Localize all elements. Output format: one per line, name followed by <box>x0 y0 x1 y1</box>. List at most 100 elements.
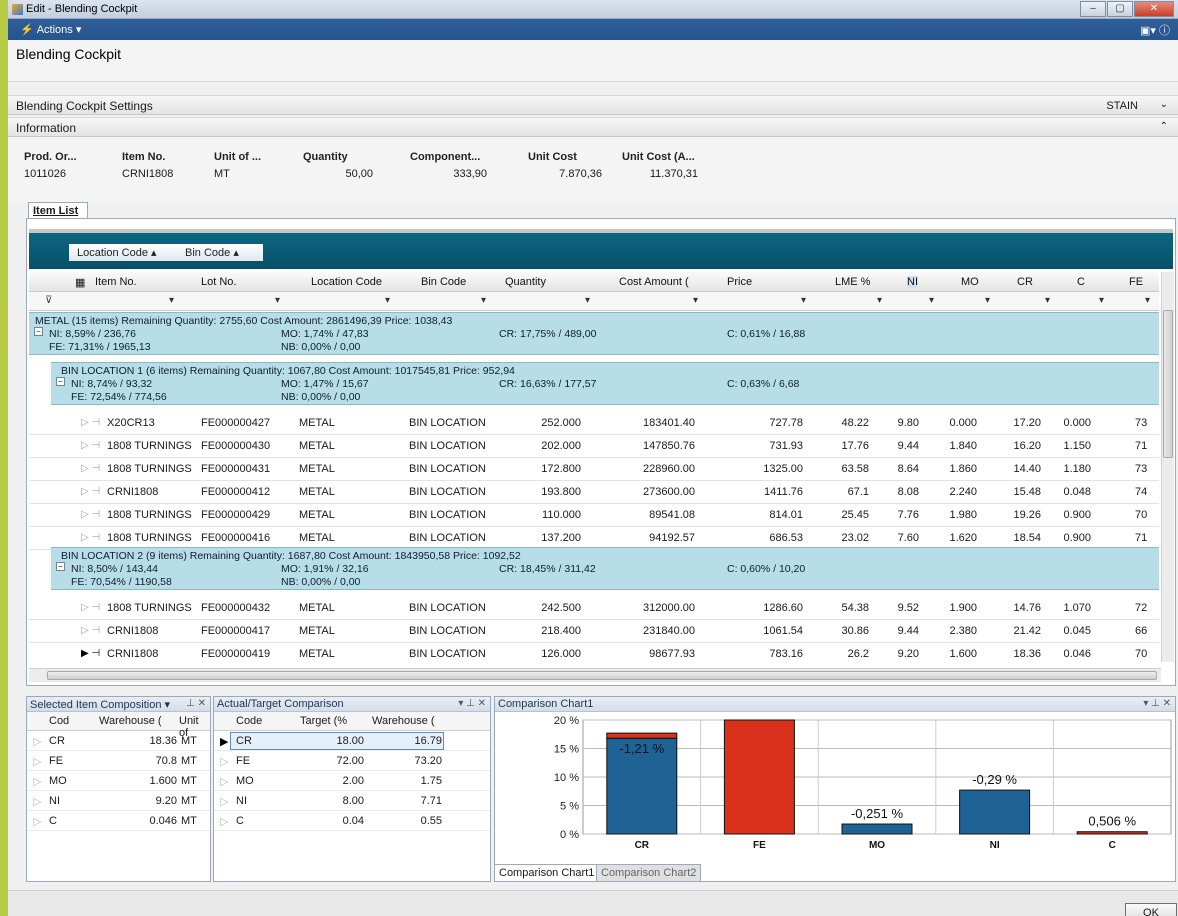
col-item-no[interactable]: Item No. <box>95 276 137 288</box>
cell-cr[interactable]: 16.20 <box>991 440 1041 452</box>
settings-section-header[interactable]: Blending Cockpit Settings STAIN ⌄ <box>8 95 1178 115</box>
cell-price[interactable]: 1061.54 <box>693 625 803 637</box>
col-ni[interactable]: NI <box>907 276 918 288</box>
tab-comparison-chart2[interactable]: Comparison Chart2 <box>596 864 702 882</box>
cell-ni[interactable]: 9.44 <box>879 440 919 452</box>
collapse-icon[interactable]: − <box>34 327 43 336</box>
vertical-scrollbar[interactable] <box>1161 272 1174 662</box>
cell-loc[interactable]: METAL <box>299 532 335 544</box>
cell-lme[interactable]: 23.02 <box>829 532 869 544</box>
horizontal-scrollbar[interactable] <box>29 668 1161 682</box>
cell-mo[interactable]: 1.620 <box>929 532 977 544</box>
cell-cost[interactable]: 89541.08 <box>585 509 695 521</box>
cell-qty[interactable]: 202.000 <box>481 440 581 452</box>
cell-fe[interactable]: 70 <box>1135 648 1147 660</box>
cell-lme[interactable]: 48.22 <box>829 417 869 429</box>
table-row[interactable]: ▷ ⊣ 1808 TURNINGS FE000000430 METAL BIN LOCA… <box>29 435 1159 458</box>
filter-row[interactable]: ⊽ ▾ ▾ ▾ ▾ ▾ ▾ ▾ ▾ ▾ ▾ ▾ ▾ ▾ <box>29 292 1159 311</box>
cell-ni[interactable]: 8.64 <box>879 463 919 475</box>
cell-mo[interactable]: 1.900 <box>929 602 977 614</box>
cell-price[interactable]: 1411.76 <box>693 486 803 498</box>
grid-options-icon[interactable]: ▦ <box>75 276 85 289</box>
cell-cr[interactable]: 19.26 <box>991 509 1041 521</box>
cell-lme[interactable]: 67.1 <box>829 486 869 498</box>
cell-bin[interactable]: BIN LOCATION <box>409 602 486 614</box>
cell-cr[interactable]: 15.48 <box>991 486 1041 498</box>
cell-c[interactable]: 1.070 <box>1045 602 1091 614</box>
cell-loc[interactable]: METAL <box>299 648 335 660</box>
item-list-tab[interactable]: Item List <box>28 202 88 219</box>
list-item[interactable]: ▷ NI 8.00 7.71 <box>214 791 490 811</box>
cell-lme[interactable]: 17.76 <box>829 440 869 452</box>
cell-bin[interactable]: BIN LOCATION <box>409 463 486 475</box>
cell-loc[interactable]: METAL <box>299 417 335 429</box>
pin-icon[interactable]: ▾ ⊥ ✕ <box>458 698 486 709</box>
col-quantity[interactable]: Quantity <box>505 276 546 288</box>
group-row-bin-location-1[interactable]: − BIN LOCATION 1 (6 items) Remaining Qua… <box>51 362 1159 405</box>
list-item[interactable]: ▷ CR 18.36 MT <box>27 731 210 751</box>
cell-fe[interactable]: 66 <box>1135 625 1147 637</box>
cell-cost[interactable]: 231840.00 <box>585 625 695 637</box>
cell-ni[interactable]: 9.44 <box>879 625 919 637</box>
cell-item[interactable]: CRNI1808 <box>107 625 158 637</box>
minimize-button[interactable]: – <box>1080 1 1106 17</box>
cell-loc[interactable]: METAL <box>299 509 335 521</box>
cell-fe[interactable]: 74 <box>1135 486 1147 498</box>
col-location-code[interactable]: Location Code <box>311 276 382 288</box>
cell-qty[interactable]: 126.000 <box>481 648 581 660</box>
group-row-metal[interactable]: − METAL (15 items) Remaining Quantity: 2… <box>29 312 1159 355</box>
cell-item[interactable]: CRNI1808 <box>107 486 158 498</box>
col-lot-no[interactable]: Lot No. <box>201 276 236 288</box>
cell-price[interactable]: 686.53 <box>693 532 803 544</box>
cell-lot[interactable]: FE000000431 <box>201 463 270 475</box>
cell-cr[interactable]: 18.36 <box>991 648 1041 660</box>
cell-mo[interactable]: 1.600 <box>929 648 977 660</box>
cell-qty[interactable]: 252.000 <box>481 417 581 429</box>
cell-cr[interactable]: 14.40 <box>991 463 1041 475</box>
cell-lme[interactable]: 63.58 <box>829 463 869 475</box>
cell-mo[interactable]: 1.840 <box>929 440 977 452</box>
pin-icon[interactable]: ⊥ ✕ <box>186 698 206 709</box>
cell-cost[interactable]: 147850.76 <box>585 440 695 452</box>
list-item[interactable]: ▷ MO 1.600 MT <box>27 771 210 791</box>
cell-bin[interactable]: BIN LOCATION <box>409 625 486 637</box>
cell-item[interactable]: CRNI1808 <box>107 648 158 660</box>
cell-ni[interactable]: 7.60 <box>879 532 919 544</box>
cell-loc[interactable]: METAL <box>299 463 335 475</box>
table-row[interactable]: ▷ ⊣ 1808 TURNINGS FE000000431 METAL BIN LOCA… <box>29 458 1159 481</box>
table-row[interactable]: ▷ ⊣ 1808 TURNINGS FE000000429 METAL BIN LOCA… <box>29 504 1159 527</box>
cell-lot[interactable]: FE000000412 <box>201 486 270 498</box>
group-row-bin-location-2[interactable]: − BIN LOCATION 2 (9 items) Remaining Qua… <box>51 547 1159 590</box>
cell-fe[interactable]: 73 <box>1135 463 1147 475</box>
cell-ni[interactable]: 9.80 <box>879 417 919 429</box>
cell-ni[interactable]: 9.52 <box>879 602 919 614</box>
group-pill-location-code[interactable]: Location Code ▴ <box>69 244 179 261</box>
cell-item[interactable]: X20CR13 <box>107 417 155 429</box>
list-item[interactable]: ▷ NI 9.20 MT <box>27 791 210 811</box>
col-fe[interactable]: FE <box>1129 276 1143 288</box>
cell-price[interactable]: 1325.00 <box>693 463 803 475</box>
cell-c[interactable]: 0.046 <box>1045 648 1091 660</box>
col-cost-amount[interactable]: Cost Amount ( <box>619 276 689 288</box>
cell-c[interactable]: 0.900 <box>1045 509 1091 521</box>
cell-cost[interactable]: 94192.57 <box>585 532 695 544</box>
cell-cost[interactable]: 98677.93 <box>585 648 695 660</box>
cell-bin[interactable]: BIN LOCATION <box>409 648 486 660</box>
cell-c[interactable]: 0.045 <box>1045 625 1091 637</box>
cell-ni[interactable]: 8.08 <box>879 486 919 498</box>
group-pill-bin-code[interactable]: Bin Code ▴ <box>177 244 263 261</box>
cell-bin[interactable]: BIN LOCATION <box>409 509 486 521</box>
ok-button[interactable]: OK <box>1125 903 1177 916</box>
cell-qty[interactable]: 218.400 <box>481 625 581 637</box>
cell-fe[interactable]: 70 <box>1135 509 1147 521</box>
cell-lme[interactable]: 30.86 <box>829 625 869 637</box>
cell-cr[interactable]: 17.20 <box>991 417 1041 429</box>
cell-cost[interactable]: 183401.40 <box>585 417 695 429</box>
cell-ni[interactable]: 9.20 <box>879 648 919 660</box>
cell-c[interactable]: 0.000 <box>1045 417 1091 429</box>
cell-item[interactable]: 1808 TURNINGS <box>107 602 192 614</box>
list-item[interactable]: ▶ CR 18.00 16.79 <box>214 731 490 751</box>
cell-bin[interactable]: BIN LOCATION <box>409 440 486 452</box>
cell-loc[interactable]: METAL <box>299 440 335 452</box>
table-row[interactable]: ▷ ⊣ X20CR13 FE000000427 METAL BIN LOCATION 25… <box>29 412 1159 435</box>
